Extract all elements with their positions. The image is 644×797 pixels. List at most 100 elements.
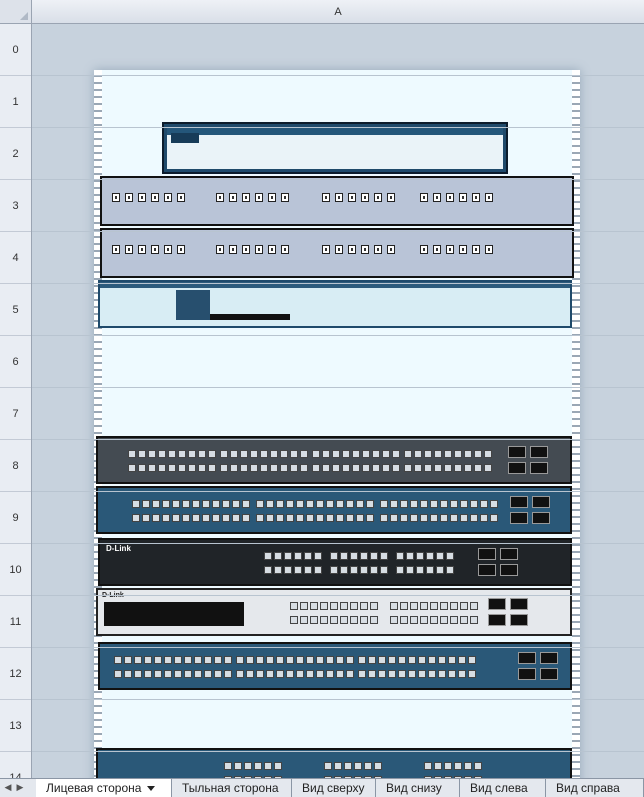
rj45-port [276,514,284,522]
rj45-port [378,670,386,678]
rj45-port [458,670,466,678]
rj45-port [174,670,182,678]
patch-port [164,245,172,254]
rj45-port [358,670,366,678]
rj45-port [330,616,338,624]
rj45-port [192,500,200,508]
switch-48-port-2[interactable] [96,486,572,534]
rj45-port [356,500,364,508]
rj45-port [366,514,374,522]
patch-port [177,193,185,202]
chassis-device[interactable] [96,748,572,778]
row-header-0[interactable]: 0 [0,24,31,76]
rj45-port [346,656,354,664]
patch-port [335,193,343,202]
row-header-2[interactable]: 2 [0,128,31,180]
row-header-12[interactable]: 12 [0,648,31,700]
tab-nav-prev-icon[interactable]: ◀ [3,781,13,794]
patch-panel-2[interactable] [100,228,574,278]
rj45-port [230,450,238,458]
row-gridline [32,283,644,284]
router-device[interactable] [162,122,508,174]
row-header-4[interactable]: 4 [0,232,31,284]
sheet-area[interactable]: D-Link D-Link [32,24,644,778]
sfp-slot [478,564,496,576]
row-header-5[interactable]: 5 [0,284,31,336]
rj45-port [142,514,150,522]
rj45-port [144,656,152,664]
tab-back-view[interactable]: Тыльная сторона [172,779,292,797]
rj45-port [416,566,424,574]
tab-left-view[interactable]: Вид слева [460,779,546,797]
switch-48-port-3[interactable] [98,642,572,690]
row-header-6[interactable]: 6 [0,336,31,388]
patch-panel-1[interactable] [100,176,574,226]
rj45-port [424,450,432,458]
rj45-port [400,616,408,624]
rj45-port [290,450,298,458]
tab-bottom-view[interactable]: Вид снизу [376,779,460,797]
rj45-port [434,450,442,458]
rj45-port [410,602,418,610]
rj45-port [312,464,320,472]
patch-port [268,245,276,254]
router-2-device[interactable] [98,280,572,328]
rj45-port [350,566,358,574]
rj45-port [414,464,422,472]
select-all-corner[interactable] [0,0,32,24]
switch-48-port-1[interactable] [96,436,572,484]
rj45-port [212,514,220,522]
row-header-11[interactable]: 11 [0,596,31,648]
patch-port [335,245,343,254]
rj45-port [172,500,180,508]
rj45-port [340,552,348,560]
sfp-slot [530,462,548,474]
rj45-port [418,670,426,678]
rj45-port [152,500,160,508]
rj45-port [194,670,202,678]
rj45-port [138,464,146,472]
rj45-port [320,602,328,610]
row-header-8[interactable]: 8 [0,440,31,492]
rj45-port [184,656,192,664]
rj45-port [368,656,376,664]
rj45-port [362,464,370,472]
rj45-port [418,656,426,664]
row-header-10[interactable]: 10 [0,544,31,596]
tab-top-view[interactable]: Вид сверху [292,779,376,797]
rj45-port [360,616,368,624]
tab-front-view[interactable]: Лицевая сторона [36,779,172,797]
rj45-port [470,514,478,522]
row-header-7[interactable]: 7 [0,388,31,440]
column-header-a[interactable]: A [32,0,644,24]
rj45-port [410,514,418,522]
rj45-port [212,500,220,508]
row-header-3[interactable]: 3 [0,180,31,232]
rj45-port [352,464,360,472]
patch-port [433,245,441,254]
rj45-port [410,500,418,508]
patch-port [255,245,263,254]
row-header-13[interactable]: 13 [0,700,31,752]
rj45-port [480,514,488,522]
chevron-down-icon[interactable] [147,786,156,792]
tab-nav-next-icon[interactable]: ▶ [15,781,25,794]
rj45-port [266,656,274,664]
rj45-port [224,762,232,770]
row-header-14[interactable]: 14 [0,752,31,778]
sfp-slot [540,652,558,664]
rj45-port [336,500,344,508]
rj45-port [148,464,156,472]
rj45-port [336,656,344,664]
sfp-slot [518,668,536,680]
tab-right-view[interactable]: Вид справа [546,779,644,797]
dlink-switch-1[interactable]: D-Link [98,538,572,586]
row-header-1[interactable]: 1 [0,76,31,128]
rj45-port [316,500,324,508]
rj45-port [246,670,254,678]
row-header-9[interactable]: 9 [0,492,31,544]
rj45-port [250,450,258,458]
rj45-port [316,656,324,664]
rj45-port [276,670,284,678]
rj45-port [330,566,338,574]
